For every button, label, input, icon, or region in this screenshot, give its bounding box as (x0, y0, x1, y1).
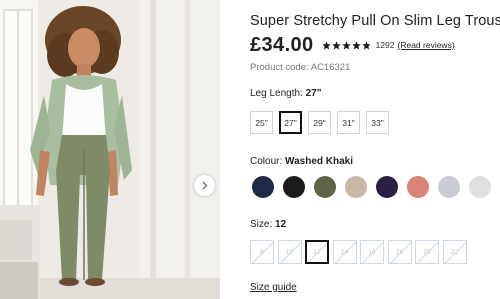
product-title: Super Stretchy Pull On Slim Leg Trousers (250, 13, 500, 29)
colour-label: Colour: Washed Khaki (250, 156, 353, 167)
review-count: 1292 (375, 40, 395, 50)
size-label: Size: 12 (250, 219, 286, 230)
leg-length-option[interactable]: 29" (308, 111, 331, 134)
size-selected: 12 (275, 219, 287, 230)
size-guide-link[interactable]: Size guide (250, 282, 297, 293)
colour-swatch[interactable] (438, 176, 460, 198)
price-rating-row: £34.00 1292 (Read reviews) (250, 33, 455, 57)
colour-selected: Washed Khaki (285, 156, 354, 167)
size-option[interactable]: 20 (415, 240, 439, 264)
size-option[interactable]: 10 (277, 240, 302, 264)
star-icon (341, 40, 351, 49)
colour-swatch[interactable] (376, 176, 398, 198)
leg-length-selected: 27" (305, 88, 322, 99)
product-details: Super Stretchy Pull On Slim Leg Trousers… (250, 0, 500, 299)
size-option[interactable]: 12 (305, 240, 329, 264)
colour-swatch[interactable] (345, 176, 367, 198)
leg-length-option[interactable]: 27" (279, 111, 302, 134)
colour-swatch[interactable] (407, 176, 429, 198)
leg-length-options: 25" 27" 29" 31" 33" (250, 111, 395, 134)
size-option[interactable]: 14 (332, 240, 357, 264)
size-option[interactable]: 8 (250, 240, 274, 264)
size-options: 8 10 12 14 16 18 20 22 (250, 240, 470, 264)
leg-length-title: Leg Length: (250, 88, 303, 99)
size-title: Size: (250, 219, 273, 230)
leg-length-label: Leg Length: 27" (250, 88, 321, 99)
star-icon (321, 40, 331, 49)
colour-swatch[interactable] (469, 176, 491, 198)
colour-swatch[interactable] (314, 176, 336, 198)
leg-length-option[interactable]: 25" (250, 111, 273, 134)
next-image-button[interactable] (194, 175, 215, 196)
read-reviews-link[interactable]: (Read reviews) (398, 40, 455, 50)
chevron-right-icon (202, 181, 208, 190)
star-icon (331, 40, 341, 49)
leg-length-option[interactable]: 33" (366, 111, 389, 134)
product-code: Product code: AC16321 (250, 62, 351, 73)
star-icon (351, 40, 361, 49)
product-price: £34.00 (250, 33, 314, 56)
colour-swatch[interactable] (283, 176, 305, 198)
rating-stars (321, 40, 372, 50)
colour-swatch[interactable] (252, 176, 274, 198)
product-image (0, 0, 220, 299)
colour-swatches (252, 176, 500, 198)
colour-title: Colour: (250, 156, 283, 167)
leg-length-option[interactable]: 31" (337, 111, 360, 134)
size-option[interactable]: 18 (387, 240, 412, 264)
star-icon (361, 40, 371, 49)
model-photo (0, 0, 220, 299)
size-option[interactable]: 16 (360, 240, 384, 264)
size-option[interactable]: 22 (442, 240, 467, 264)
